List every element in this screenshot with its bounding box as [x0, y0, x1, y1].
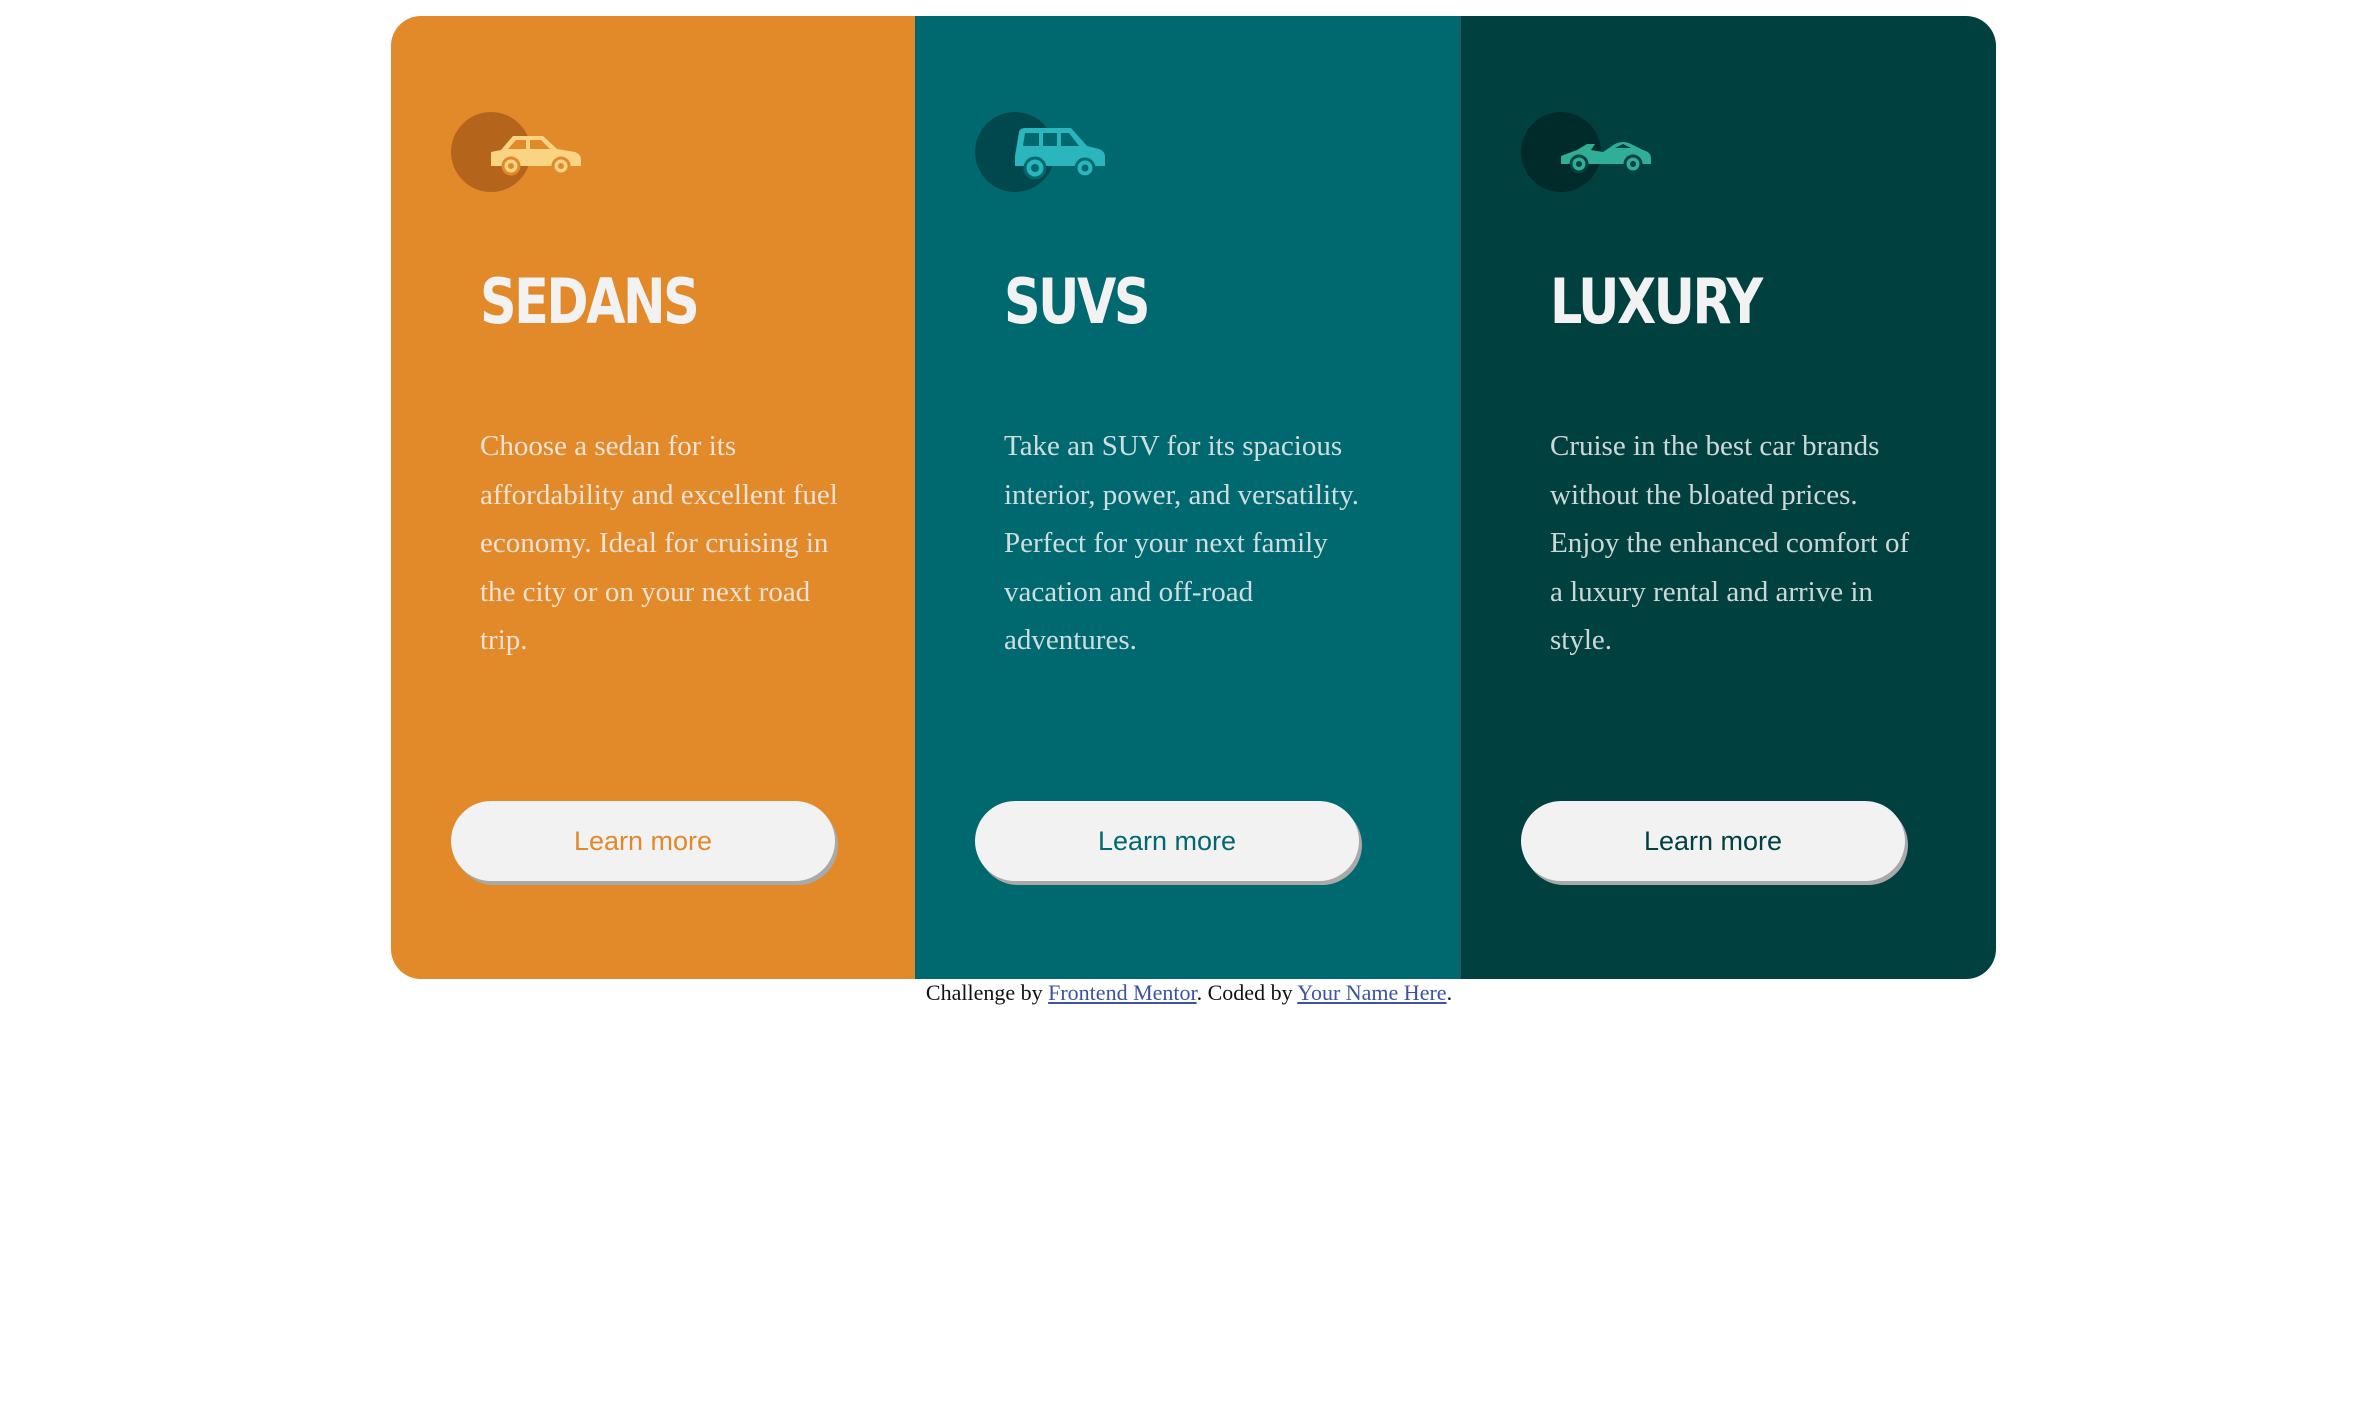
card-description: Cruise in the best car brands without th… — [1550, 430, 1910, 656]
luxury-car-icon — [1561, 142, 1651, 174]
car-cards-container: SEDANS Choose a sedan for its affordabil… — [391, 16, 1996, 979]
suv-car-icon — [1015, 128, 1105, 180]
suv-icon-wrapper — [975, 112, 1115, 196]
attribution: Challenge by Frontend Mentor. Coded by Y… — [0, 979, 2378, 1007]
learn-more-button[interactable]: Learn more — [975, 801, 1359, 881]
card-title: SUVS — [1004, 265, 1150, 338]
learn-more-button[interactable]: Learn more — [451, 801, 835, 881]
frontend-mentor-link[interactable]: Frontend Mentor — [1048, 980, 1197, 1005]
card-suvs: SUVS Take an SUV for its spacious interi… — [915, 16, 1459, 979]
author-link[interactable]: Your Name Here — [1297, 980, 1446, 1005]
learn-more-button[interactable]: Learn more — [1521, 801, 1905, 881]
card-luxury: LUXURY Cruise in the best car brands wit… — [1459, 16, 1996, 979]
attribution-middle: . Coded by — [1196, 980, 1293, 1005]
card-description: Choose a sedan for its affordability and… — [480, 430, 838, 656]
attribution-suffix: . — [1446, 980, 1453, 1005]
card-title: LUXURY — [1550, 265, 1763, 338]
card-description: Take an SUV for its spacious interior, p… — [1004, 430, 1359, 656]
luxury-icon-wrapper — [1521, 112, 1661, 196]
card-title: SEDANS — [480, 265, 700, 338]
sedan-car-icon — [491, 136, 581, 176]
sedan-icon-wrapper — [451, 112, 591, 196]
card-sedans: SEDANS Choose a sedan for its affordabil… — [391, 16, 915, 979]
attribution-prefix: Challenge by — [925, 980, 1043, 1005]
